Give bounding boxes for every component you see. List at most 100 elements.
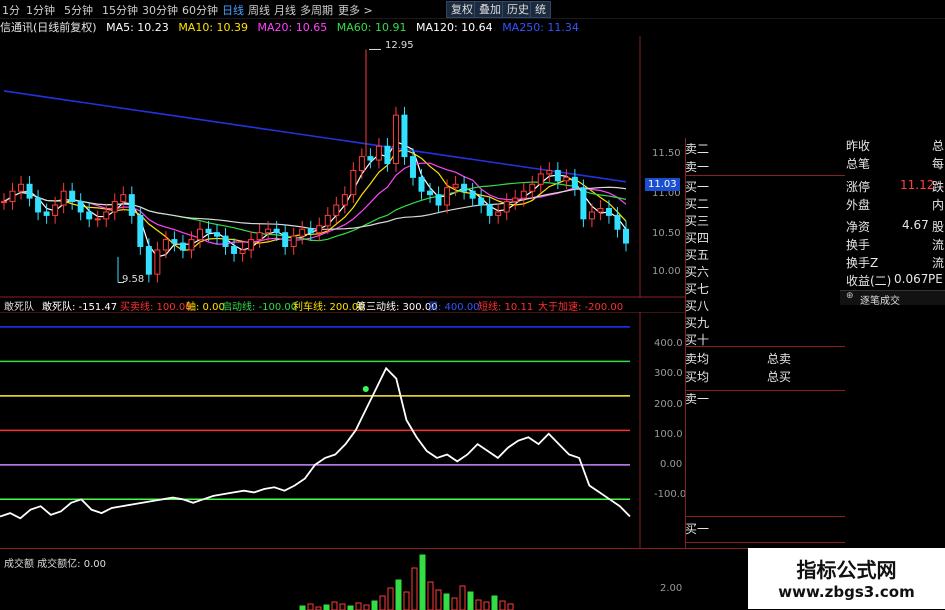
indicator-chart[interactable] bbox=[0, 312, 685, 548]
candle-body bbox=[563, 176, 570, 182]
volume-bar bbox=[467, 591, 474, 610]
tf-monthly[interactable]: 月线 bbox=[274, 2, 296, 18]
candle-body bbox=[145, 246, 152, 275]
candle-body bbox=[384, 145, 391, 165]
ind-start-label: 启动线: -100.00 bbox=[222, 302, 298, 313]
ind-brake-label: 利车线: 200.00 bbox=[293, 302, 365, 313]
tf-15min[interactable]: 15分钟 bbox=[102, 2, 138, 18]
candle-body bbox=[120, 194, 127, 203]
info-label-trades: 总笔 bbox=[846, 157, 871, 171]
stats-button[interactable]: 统 bbox=[530, 1, 551, 18]
info-extra-4: 股 bbox=[932, 220, 945, 234]
candle-body bbox=[60, 190, 67, 206]
candle-body bbox=[77, 201, 84, 213]
info-label-outer: 外盘 bbox=[846, 198, 871, 212]
ind-buy-label: 买: 400.00 bbox=[428, 302, 480, 313]
candle-body bbox=[512, 197, 519, 203]
candle-body bbox=[52, 204, 59, 216]
info-extra-6: 流 bbox=[932, 256, 945, 270]
candle-body bbox=[495, 211, 502, 216]
candle-body bbox=[597, 207, 604, 213]
candle-body bbox=[588, 211, 595, 220]
candle-body bbox=[248, 239, 255, 251]
info-value-eps: 0.067 bbox=[894, 272, 929, 286]
candle-body bbox=[43, 211, 50, 216]
ind-main-label: 敢死队: -151.47 bbox=[42, 302, 118, 313]
ind-tick-0: 0.00 bbox=[660, 459, 683, 470]
tf-30min[interactable]: 30分钟 bbox=[142, 2, 178, 18]
indicator-name: 敢死队 bbox=[4, 302, 34, 313]
candle-body bbox=[239, 249, 246, 254]
tf-weekly[interactable]: 周线 bbox=[248, 2, 270, 18]
info-value-limitup: 11.12 bbox=[900, 178, 935, 192]
tf-1min-short[interactable]: 1分 bbox=[2, 2, 20, 18]
candle-body bbox=[580, 187, 587, 220]
tf-5min[interactable]: 5分钟 bbox=[64, 2, 93, 18]
tick-trades-tab[interactable]: ⊕ 逐笔成交 bbox=[840, 290, 945, 307]
ob-buy4: 买四 bbox=[685, 231, 710, 245]
ob-avg-buy: 买均 bbox=[685, 370, 710, 384]
candle-body bbox=[282, 232, 289, 248]
tf-1min[interactable]: 1分钟 bbox=[26, 2, 55, 18]
candle-body bbox=[435, 194, 442, 206]
candle-body bbox=[350, 169, 357, 196]
info-label-limitup: 涨停 bbox=[846, 180, 871, 194]
candle-body bbox=[111, 201, 118, 213]
candle-body bbox=[341, 194, 348, 206]
volume-bar bbox=[451, 597, 458, 610]
candle-body bbox=[427, 190, 434, 196]
info-extra-1: 每 bbox=[932, 157, 945, 171]
stock-title: 信通讯(日线前复权) bbox=[0, 21, 97, 34]
candle-body bbox=[307, 228, 314, 234]
candle-body bbox=[69, 190, 76, 203]
candle-body bbox=[392, 114, 399, 165]
site-watermark: 指标公式网 www.zbgs3.com bbox=[748, 548, 945, 609]
tf-multi[interactable]: 多周期 bbox=[300, 2, 333, 18]
ob-buy2: 买二 bbox=[685, 197, 710, 211]
ind-accel-label: 大于加速: -200.00 bbox=[538, 302, 624, 313]
ind-trade-label: 买卖线: 100.00 bbox=[120, 302, 192, 313]
tf-more[interactable]: 更多 > bbox=[338, 2, 373, 18]
expand-icon: ⊕ bbox=[846, 291, 854, 301]
ma10-line bbox=[3, 149, 627, 252]
candle-body bbox=[418, 176, 425, 192]
volume-bar bbox=[299, 605, 306, 610]
ob-buy1-bottom: 买一 bbox=[685, 522, 710, 536]
info-extra-0: 总 bbox=[932, 139, 945, 153]
tf-60min[interactable]: 60分钟 bbox=[182, 2, 218, 18]
ind-third-label: 第三动线: 300.00 bbox=[356, 302, 438, 313]
ind-short-label: 短线: 10.11 bbox=[478, 302, 534, 313]
ob-buy6: 买六 bbox=[685, 265, 710, 279]
volume-bar bbox=[411, 567, 418, 610]
candle-body bbox=[128, 194, 135, 216]
volume-bar bbox=[435, 589, 442, 610]
ma10-label: MA10: 10.39 bbox=[178, 21, 249, 34]
low-price-label: 9.58 bbox=[122, 274, 145, 285]
candle-body bbox=[605, 207, 612, 216]
ob-buy10: 买十 bbox=[685, 333, 710, 347]
ind-tick-300: 300.0 bbox=[654, 368, 683, 379]
indicator-header: 敢死队 敢死队: -151.47 买卖线: 100.00 轴: 0.00 启动线… bbox=[0, 298, 640, 313]
volume-bar bbox=[307, 603, 314, 610]
candle-body bbox=[537, 173, 544, 185]
candle-body bbox=[26, 183, 33, 199]
candle-body bbox=[358, 156, 365, 171]
candle-body bbox=[231, 246, 238, 254]
ind-tick-200: 200.0 bbox=[654, 399, 683, 410]
ob-sell1-repeat: 卖一 bbox=[685, 392, 710, 406]
candle-body bbox=[103, 211, 110, 220]
candle-body bbox=[520, 190, 527, 199]
ob-buy1: 买一 bbox=[685, 180, 710, 194]
candle-body bbox=[554, 169, 561, 182]
candle-body bbox=[35, 197, 42, 213]
volume-bar bbox=[379, 595, 386, 610]
tf-daily[interactable]: 日线 bbox=[222, 2, 244, 18]
candle-body bbox=[478, 197, 485, 206]
candle-body bbox=[529, 183, 536, 192]
price-chart[interactable] bbox=[0, 36, 685, 298]
ob-sell1: 卖一 bbox=[685, 160, 710, 174]
volume-bar bbox=[363, 604, 370, 610]
candle-body bbox=[324, 214, 331, 227]
price-tick-1000: 10.00 bbox=[652, 266, 681, 277]
candle-body bbox=[256, 232, 263, 241]
